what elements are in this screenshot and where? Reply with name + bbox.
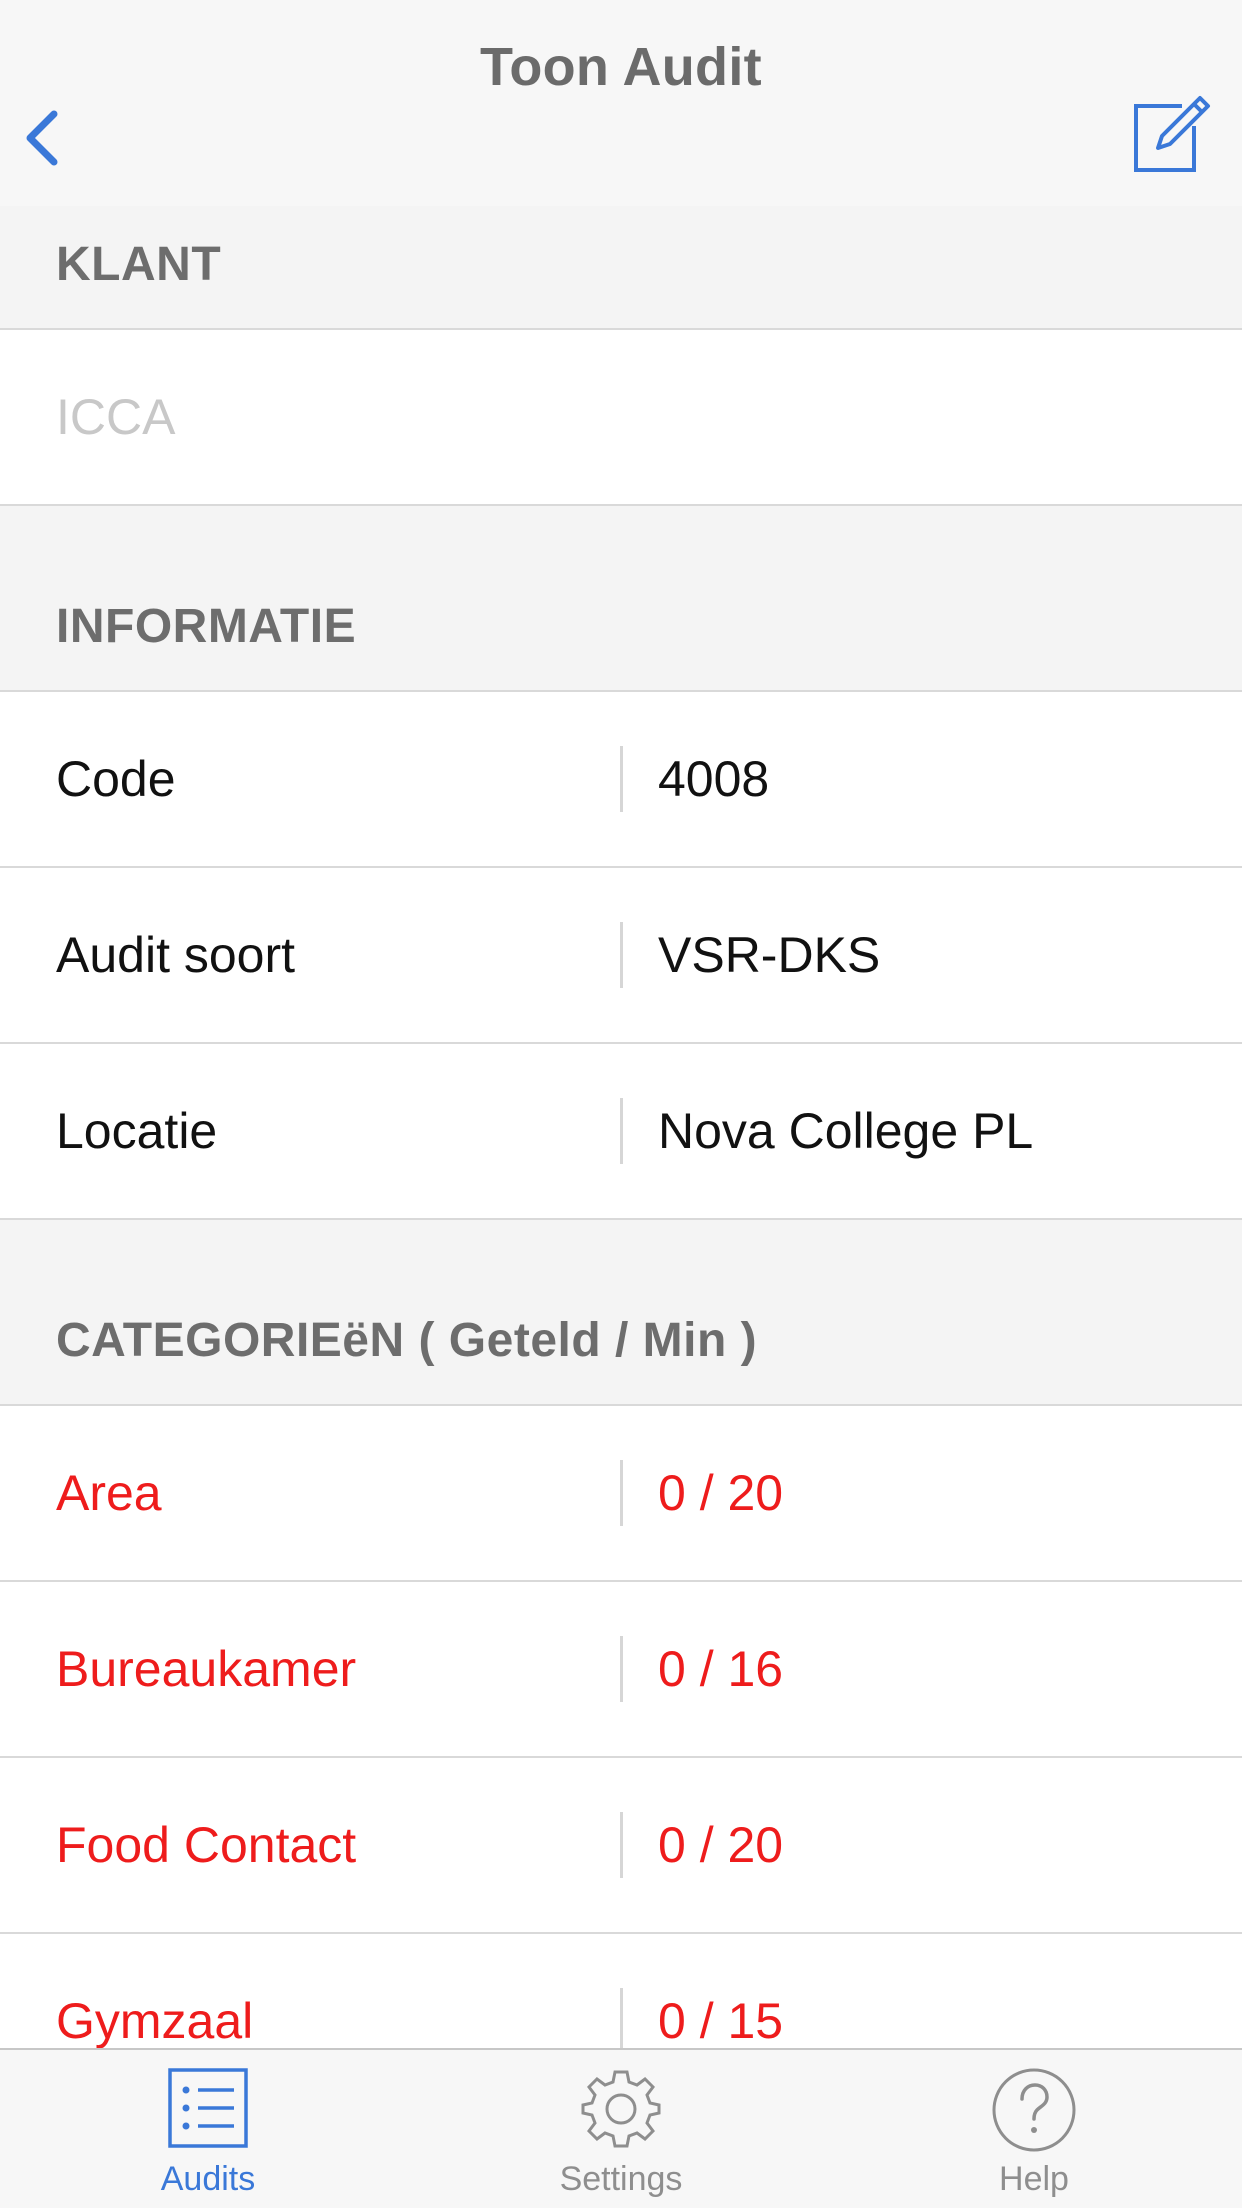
column-divider: [620, 1098, 623, 1164]
category-count: 0 / 16: [658, 1641, 784, 1697]
gear-icon: [581, 2070, 661, 2148]
section-title-informatie: INFORMATIE: [56, 600, 357, 653]
section-title-klant: KLANT: [56, 238, 222, 291]
section-header-informatie: INFORMATIE: [0, 506, 1242, 692]
edit-button[interactable]: [1124, 90, 1216, 178]
navigation-bar: Toon Audit: [0, 0, 1242, 206]
column-divider: [620, 922, 623, 988]
section-header-categorieen: CATEGORIEëN ( Geteld / Min ): [0, 1220, 1242, 1406]
list-icon: [168, 2068, 248, 2148]
tab-help[interactable]: Help: [884, 2050, 1184, 2208]
tab-label-audits: Audits: [160, 2160, 256, 2198]
info-label: Locatie: [56, 1103, 218, 1159]
category-row-bureaukamer[interactable]: Bureaukamer 0 / 16: [0, 1582, 1242, 1758]
info-value: Nova College PL: [658, 1103, 1034, 1159]
chevron-left-icon: [26, 110, 58, 166]
info-row-code: Code 4008: [0, 692, 1242, 868]
column-divider: [620, 1812, 623, 1878]
info-row-locatie: Locatie Nova College PL: [0, 1044, 1242, 1220]
column-divider: [620, 1636, 623, 1702]
audit-detail-table: KLANT ICCA INFORMATIE Code 4008 Audit so…: [0, 206, 1242, 2048]
column-divider: [620, 1988, 623, 2048]
tab-bar: Audits Settings Help: [0, 2048, 1242, 2208]
info-value: 4008: [658, 751, 770, 807]
category-name: Bureaukamer: [56, 1641, 357, 1697]
category-count: 0 / 20: [658, 1817, 784, 1873]
info-row-audit-soort: Audit soort VSR-DKS: [0, 868, 1242, 1044]
tab-label-settings: Settings: [559, 2160, 683, 2198]
client-name: ICCA: [56, 389, 176, 445]
client-row[interactable]: ICCA: [0, 330, 1242, 506]
info-label: Audit soort: [56, 927, 296, 983]
page-title: Toon Audit: [480, 37, 762, 97]
category-count: 0 / 15: [658, 1993, 784, 2048]
back-button[interactable]: [16, 104, 72, 168]
help-icon: [992, 2068, 1076, 2152]
category-name: Food Contact: [56, 1817, 357, 1873]
category-name: Area: [56, 1465, 162, 1521]
tab-audits[interactable]: Audits: [58, 2050, 358, 2208]
section-header-klant: KLANT: [0, 206, 1242, 330]
column-divider: [620, 1460, 623, 1526]
info-label: Code: [56, 751, 176, 807]
tab-settings[interactable]: Settings: [471, 2050, 771, 2208]
column-divider: [620, 746, 623, 812]
info-value: VSR-DKS: [658, 927, 881, 983]
category-row-gymzaal[interactable]: Gymzaal 0 / 15: [0, 1934, 1242, 2048]
category-name: Gymzaal: [56, 1993, 254, 2048]
category-row-food-contact[interactable]: Food Contact 0 / 20: [0, 1758, 1242, 1934]
category-count: 0 / 20: [658, 1465, 784, 1521]
tab-label-help: Help: [999, 2160, 1069, 2198]
screen: Toon Audit KLANT ICCA INFORMATIE Code 40…: [0, 0, 1242, 2208]
section-title-categorieen: CATEGORIEëN ( Geteld / Min ): [56, 1314, 758, 1367]
category-row-area[interactable]: Area 0 / 20: [0, 1406, 1242, 1582]
compose-icon: [1134, 96, 1210, 172]
